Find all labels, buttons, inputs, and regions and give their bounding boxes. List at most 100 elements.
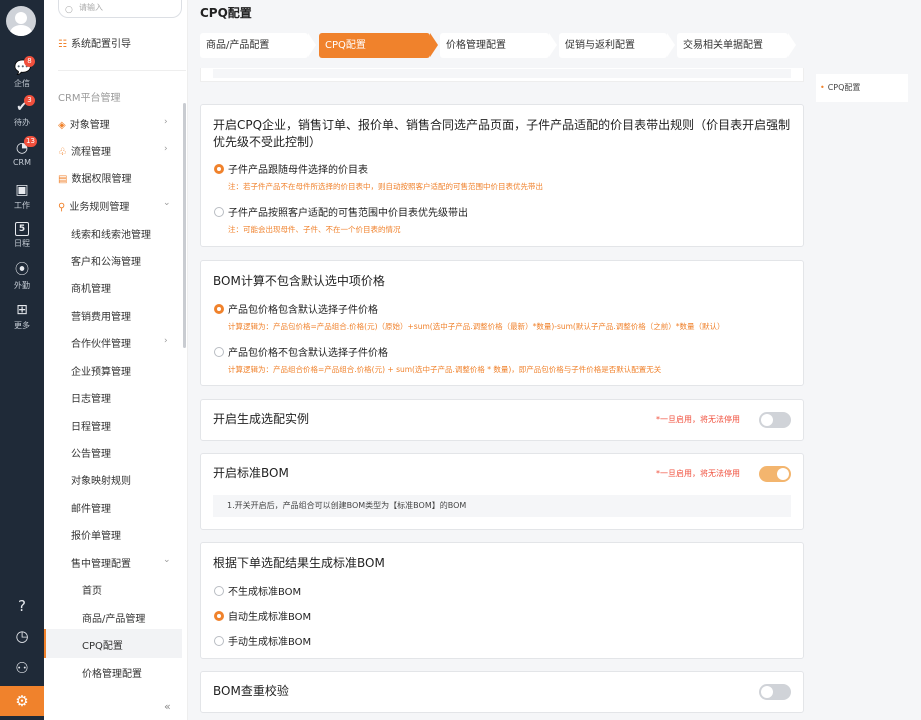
sidebar-label-business-rules: 业务规则管理 [69, 202, 130, 213]
sidebar-subitem[interactable]: 公告管理 [71, 445, 111, 460]
rail-label-location: 外勤 [14, 281, 30, 290]
radio-unselected[interactable] [214, 347, 224, 357]
option-label: 子件产品跟随母件选择的价目表 [228, 165, 368, 176]
option-label: 不生成标准BOM [228, 587, 302, 598]
sidebar-item-guide[interactable]: ☷ 系统配置引导 [58, 35, 131, 50]
avatar[interactable] [6, 6, 36, 36]
chevron-down-icon[interactable]: ⌄ [163, 198, 171, 208]
search-input[interactable]: ○ 请输入 [58, 0, 182, 18]
business-rules-icon: ⚲ [58, 202, 66, 213]
option-label: 子件产品按照客户适配的可售范围中价目表优先级带出 [228, 208, 468, 219]
sidebar-item-objects[interactable]: ◈ 对象管理 [58, 116, 110, 131]
rail-item-crm[interactable]: ◔ 13 CRM [0, 136, 44, 167]
sidebar-divider [58, 70, 186, 71]
tab-cpq-config[interactable]: CPQ配置 [319, 33, 438, 58]
bom-calc-option-include[interactable]: 产品包价格包含默认选择子件价格 [214, 301, 378, 316]
rail-label-todo: 待办 [14, 118, 30, 127]
radio-unselected[interactable] [214, 636, 224, 646]
price-rule-option-customer-priority[interactable]: 子件产品按照客户适配的可售范围中价目表优先级带出 [214, 204, 468, 219]
sidebar-item-data-permission[interactable]: ▤ 数据权限管理 [58, 170, 131, 185]
sidebar-label-process: 流程管理 [70, 147, 111, 158]
sidebar-subitem[interactable]: 报价单管理 [71, 527, 121, 542]
bom-check-title: BOM查重校验 [213, 684, 289, 698]
gen-standard-bom-title: 根据下单选配结果生成标准BOM [213, 556, 385, 570]
bom-calc-option-exclude[interactable]: 产品包价格不包含默认选择子件价格 [214, 344, 388, 359]
tab-trade-docs-config[interactable]: 交易相关单据配置 [677, 33, 796, 58]
sidebar-subitem[interactable]: 营销费用管理 [71, 308, 131, 323]
gen-standard-bom-card: 根据下单选配结果生成标准BOM 不生成标准BOM 自动生成标准BOM 手动生成标… [200, 542, 804, 659]
radio-unselected[interactable] [214, 207, 224, 217]
rail-item-todo[interactable]: ✔ 3 待办 [0, 95, 44, 128]
gen-instance-card: 开启生成选配实例 *一旦启用，将无法停用 [200, 399, 804, 441]
standard-bom-warning: *一旦启用，将无法停用 [656, 469, 740, 478]
gen-standard-option-none[interactable]: 不生成标准BOM [214, 583, 301, 598]
page-title: CPQ配置 [200, 6, 252, 20]
tab-promotion-config[interactable]: 促销与返利配置 [559, 33, 675, 58]
sidebar-scrollbar[interactable] [183, 103, 186, 348]
chat-badge: 8 [24, 56, 35, 67]
sidebar-subitem[interactable]: 日程管理 [71, 418, 111, 433]
sidebar-label-guide: 系统配置引导 [70, 39, 131, 50]
standard-bom-toggle[interactable] [759, 466, 791, 482]
price-rule-option-follow-parent[interactable]: 子件产品跟随母件选择的价目表 [214, 161, 368, 176]
main-content: CPQ配置 商品/产品配置 CPQ配置 价格管理配置 促销与返利配置 交易相关单… [188, 0, 921, 720]
history-icon[interactable]: ◷ [0, 627, 44, 645]
work-icon: ▣ [15, 182, 29, 198]
rail-item-work[interactable]: ▣ 工作 [0, 182, 44, 211]
help-icon[interactable]: ? [0, 597, 44, 615]
sidebar-subitem[interactable]: 邮件管理 [71, 500, 111, 515]
sidebar-label-data-permission: 数据权限管理 [71, 174, 132, 185]
gen-standard-option-auto[interactable]: 自动生成标准BOM [214, 608, 311, 623]
sidebar-item-business-rules[interactable]: ⚲ 业务规则管理 [58, 198, 129, 213]
gen-standard-option-manual[interactable]: 手动生成标准BOM [214, 633, 311, 648]
option-note: 计算逻辑为：产品组合价格=产品组合.价格(元) + sum(选中子产品.调整价格… [228, 365, 662, 374]
sidebar-subitem[interactable]: 日志管理 [71, 390, 111, 405]
sidebar-subitem[interactable]: 商机管理 [71, 280, 111, 295]
sidebar-subsubitem[interactable]: 首页 [82, 582, 102, 597]
objects-icon: ◈ [58, 120, 66, 131]
chevron-right-icon[interactable]: › [164, 117, 168, 127]
price-rule-card: 开启CPQ企业，销售订单、报价单、销售合同选产品页面，子件产品适配的价目表带出规… [200, 104, 804, 247]
chevron-right-icon[interactable]: › [164, 336, 168, 346]
rail-item-more[interactable]: ⊞ 更多 [0, 302, 44, 331]
radio-unselected[interactable] [214, 586, 224, 596]
tab-price-config[interactable]: 价格管理配置 [440, 33, 557, 58]
sidebar-subitem[interactable]: 客户和公海管理 [71, 253, 141, 268]
admin-gear-icon[interactable]: ⚙ [0, 686, 44, 716]
radio-selected[interactable] [214, 164, 224, 174]
standard-bom-info: 1.开关开启后，产品组合可以创建BOM类型为【标准BOM】的BOM [213, 495, 791, 517]
radio-selected[interactable] [214, 304, 224, 314]
sidebar-item-active[interactable]: CPQ配置 [44, 629, 182, 658]
chevron-right-icon[interactable]: › [164, 144, 168, 154]
anchor-nav-label: CPQ配置 [827, 83, 861, 92]
rail-item-calendar[interactable]: 5 日程 [0, 222, 44, 249]
sidebar-subitem[interactable]: 售中管理配置 [71, 555, 131, 570]
collapse-sidebar-icon[interactable]: « [164, 700, 171, 713]
gen-instance-title: 开启生成选配实例 [213, 412, 310, 426]
standard-bom-title: 开启标准BOM [213, 466, 289, 480]
sidebar-subitem[interactable]: 对象映射规则 [71, 472, 131, 487]
tab-product-config[interactable]: 商品/产品配置 [200, 33, 316, 58]
anchor-nav-item[interactable]: • CPQ配置 [816, 74, 908, 102]
sidebar-label-objects: 对象管理 [69, 120, 110, 131]
chevron-down-icon[interactable]: ⌄ [163, 555, 171, 565]
standard-bom-card: 开启标准BOM *一旦启用，将无法停用 1.开关开启后，产品组合可以创建BOM类… [200, 453, 804, 530]
calendar-icon: 5 [15, 222, 29, 236]
rail-item-location[interactable]: ⦿ 外勤 [0, 262, 44, 291]
sidebar-subitem[interactable]: 合作伙伴管理 [71, 335, 131, 350]
radio-selected[interactable] [214, 611, 224, 621]
gen-instance-toggle[interactable] [759, 412, 791, 428]
option-note: 计算逻辑为：产品包价格=产品组合.价格(元)（原始）+sum(选中子产品.调整价… [228, 322, 725, 331]
bom-check-toggle[interactable] [759, 684, 791, 700]
rail-item-chat[interactable]: 💬 8 企信 [0, 56, 44, 89]
sidebar-subsubitem[interactable]: 商品/产品管理 [82, 610, 145, 625]
search-icon: ○ [65, 5, 73, 15]
bom-calc-card: BOM计算不包含默认选中项价格 产品包价格包含默认选择子件价格 计算逻辑为：产品… [200, 260, 804, 386]
sidebar-subitem[interactable]: 线索和线索池管理 [71, 226, 151, 241]
sidebar-subitem[interactable]: 企业预算管理 [71, 363, 131, 378]
sidebar-subsubitem[interactable]: 价格管理配置 [82, 665, 142, 680]
sidebar-item-process[interactable]: ♧ 流程管理 [58, 143, 111, 158]
option-label: 手动生成标准BOM [228, 637, 312, 648]
user-settings-icon[interactable]: ⚇ [0, 659, 44, 677]
crm-badge: 13 [24, 136, 37, 147]
